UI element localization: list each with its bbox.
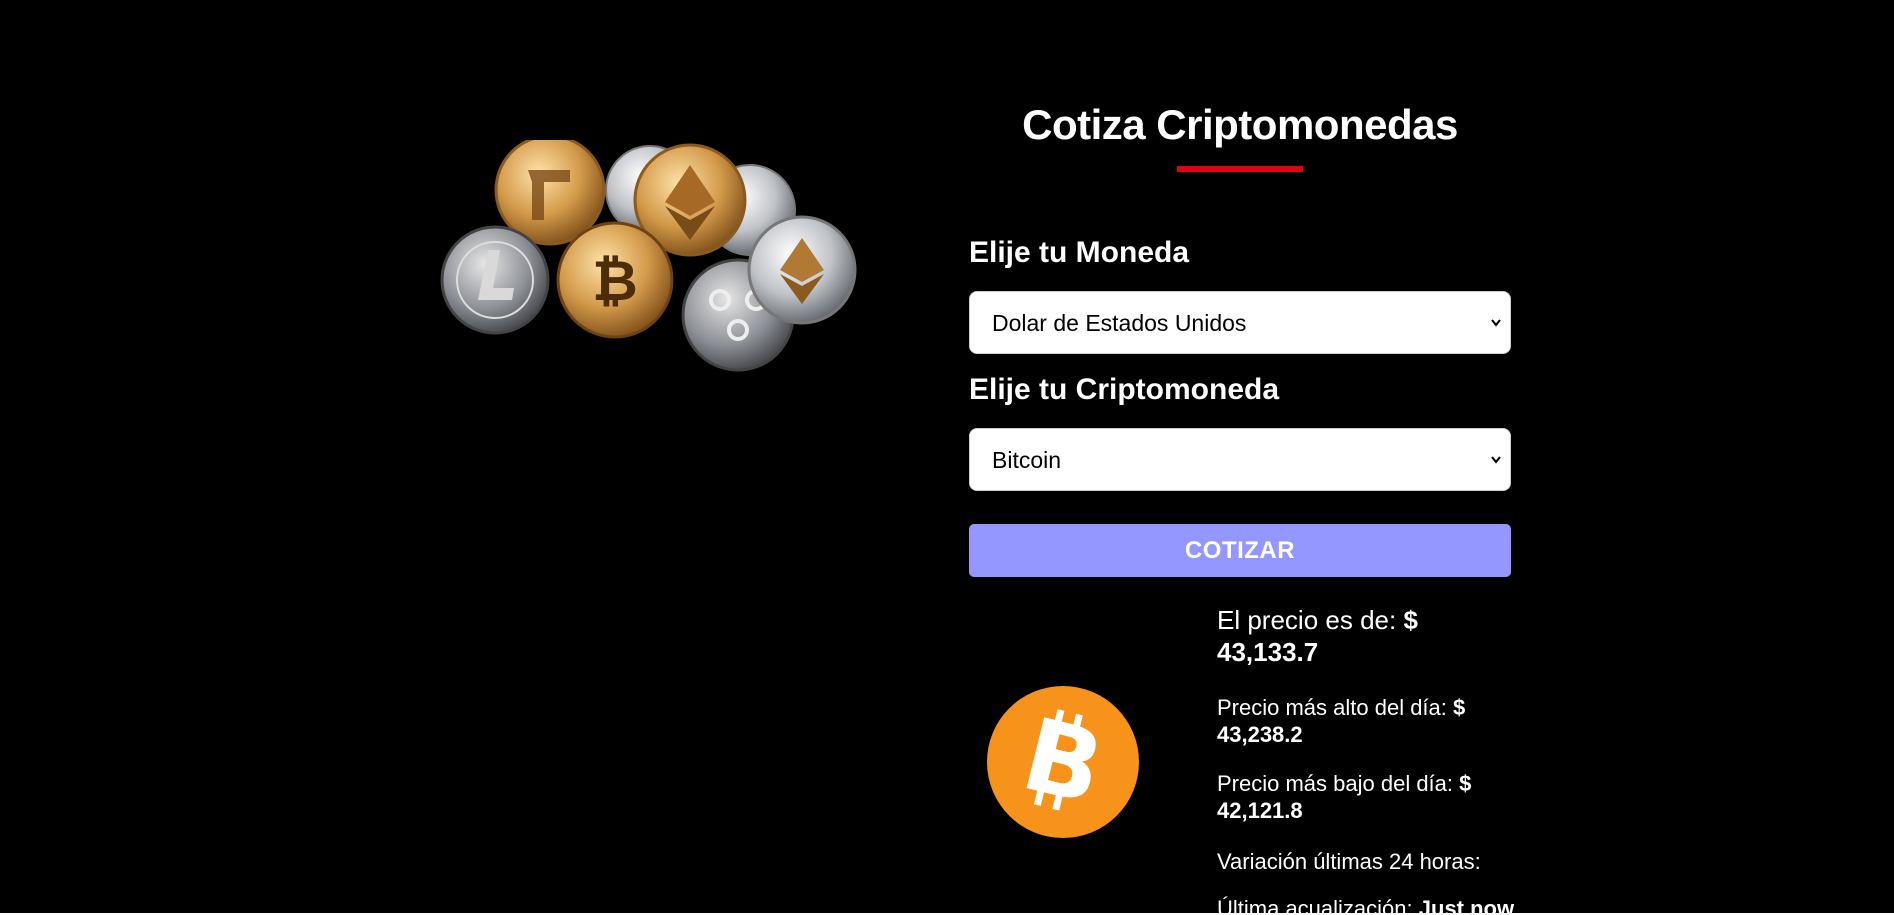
gold-coin-bitcoin: ₿ [556, 221, 674, 339]
page-title: Cotiza Criptomonedas [1022, 101, 1458, 148]
cotizar-button[interactable]: COTIZAR [969, 524, 1511, 577]
crypto-select-value: Bitcoin [992, 447, 1062, 473]
bitcoin-icon: B [987, 686, 1139, 838]
updated-label: Última acualización: [1217, 896, 1413, 913]
crypto-coins-image: ₿ [440, 140, 857, 372]
silver-coin-litecoin [440, 225, 550, 335]
svg-text:₿: ₿ [592, 249, 638, 314]
low-line: Precio más bajo del día: $ 42,121.8 [1217, 770, 1471, 824]
high-currency: $ [1453, 695, 1466, 720]
price-currency: $ [1403, 605, 1418, 635]
page: ₿ Cotiza Criptomonedas Elije tu Moneda D… [0, 0, 1894, 913]
currency-select-value: Dolar de Estados Unidos [992, 310, 1247, 336]
high-line: Precio más alto del día: $ 43,238.2 [1217, 694, 1465, 748]
updated-line: Última acualización: Just now [1217, 895, 1514, 913]
title-underline [1177, 166, 1303, 172]
updated-value: Just now [1418, 896, 1515, 913]
silver-coin-ethereum [747, 215, 857, 325]
change-label: Variación últimas 24 horas: [1217, 849, 1481, 874]
crypto-select[interactable]: Bitcoin [969, 428, 1511, 491]
low-label: Precio más bajo del día: [1217, 771, 1454, 796]
currency-select[interactable]: Dolar de Estados Unidos [969, 291, 1511, 354]
price-label: El precio es de: [1217, 605, 1397, 635]
low-value: 42,121.8 [1217, 798, 1303, 823]
crypto-label: Elije tu Criptomoneda [969, 373, 1280, 406]
chevron-down-icon [1490, 292, 1502, 382]
high-label: Precio más alto del día: [1217, 695, 1447, 720]
price-value: 43,133.7 [1217, 637, 1319, 667]
change-line: Variación últimas 24 horas: [1217, 848, 1481, 875]
chevron-down-icon [1490, 429, 1502, 519]
high-value: 43,238.2 [1217, 722, 1303, 747]
currency-label: Elije tu Moneda [969, 236, 1190, 269]
price-line: El precio es de: $ 43,133.7 [1217, 604, 1418, 668]
low-currency: $ [1459, 771, 1472, 796]
